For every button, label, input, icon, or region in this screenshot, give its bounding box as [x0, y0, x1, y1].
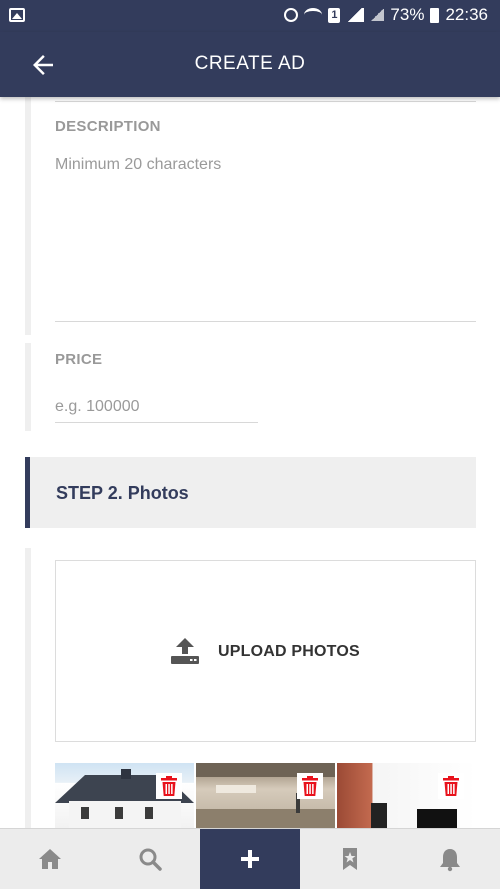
nav-search[interactable]: [100, 829, 200, 889]
step-2-title: STEP 2. Photos: [56, 483, 189, 503]
search-icon: [139, 848, 162, 871]
section-rail: [25, 548, 31, 828]
nav-home[interactable]: [0, 829, 100, 889]
photo-thumbnail-3[interactable]: [337, 763, 476, 828]
wifi-icon: [304, 8, 323, 22]
sim-1-icon: 1: [328, 7, 341, 23]
photo-thumbnail-2[interactable]: [196, 763, 335, 828]
price-section: PRICE e.g. 100000: [25, 343, 476, 431]
price-field[interactable]: e.g. 100000: [55, 398, 140, 416]
status-bar: 1 73% 22:36: [0, 0, 500, 32]
description-label: DESCRIPTION: [55, 118, 161, 135]
section-rail: [25, 97, 31, 335]
gallery-icon: [9, 8, 25, 22]
nav-create-ad[interactable]: [200, 829, 300, 889]
home-icon: [39, 849, 61, 869]
nav-bookmarks[interactable]: [300, 829, 400, 889]
photo-thumbnails: [55, 763, 476, 828]
trash-icon: [443, 776, 459, 796]
description-section: DESCRIPTION Minimum 20 characters: [25, 97, 476, 335]
trash-icon: [161, 776, 177, 796]
bottom-navigation: [0, 828, 500, 889]
description-underline: [55, 321, 476, 322]
delete-photo-button[interactable]: [156, 773, 182, 799]
upload-icon: [171, 638, 199, 664]
divider: [55, 101, 476, 102]
upload-photos-label: UPLOAD PHOTOS: [218, 643, 360, 660]
signal-2-icon: [370, 9, 385, 21]
alarm-icon: [284, 8, 299, 22]
price-underline: [55, 422, 258, 423]
battery-icon: [430, 7, 440, 23]
nav-notifications[interactable]: [400, 829, 500, 889]
price-label: PRICE: [55, 351, 103, 368]
bookmark-star-icon: [343, 848, 357, 870]
section-rail: [25, 343, 31, 431]
delete-photo-button[interactable]: [438, 773, 464, 799]
system-icons: 1 73% 22:36: [284, 5, 488, 25]
plus-icon: [241, 850, 259, 868]
trash-icon: [302, 776, 318, 796]
clock-time: 22:36: [445, 5, 488, 24]
app-header: CREATE AD: [0, 32, 500, 97]
bell-icon: [440, 849, 460, 872]
step-2-header: STEP 2. Photos: [25, 457, 476, 528]
description-field[interactable]: Minimum 20 characters: [55, 156, 221, 174]
photo-thumbnail-1[interactable]: [55, 763, 194, 828]
delete-photo-button[interactable]: [297, 773, 323, 799]
battery-percent: 73%: [390, 5, 425, 24]
page-title: CREATE AD: [194, 53, 306, 74]
signal-icon: [346, 8, 365, 22]
upload-photos-button[interactable]: UPLOAD PHOTOS: [55, 560, 476, 742]
create-ad-form[interactable]: DESCRIPTION Minimum 20 characters PRICE …: [0, 97, 500, 828]
